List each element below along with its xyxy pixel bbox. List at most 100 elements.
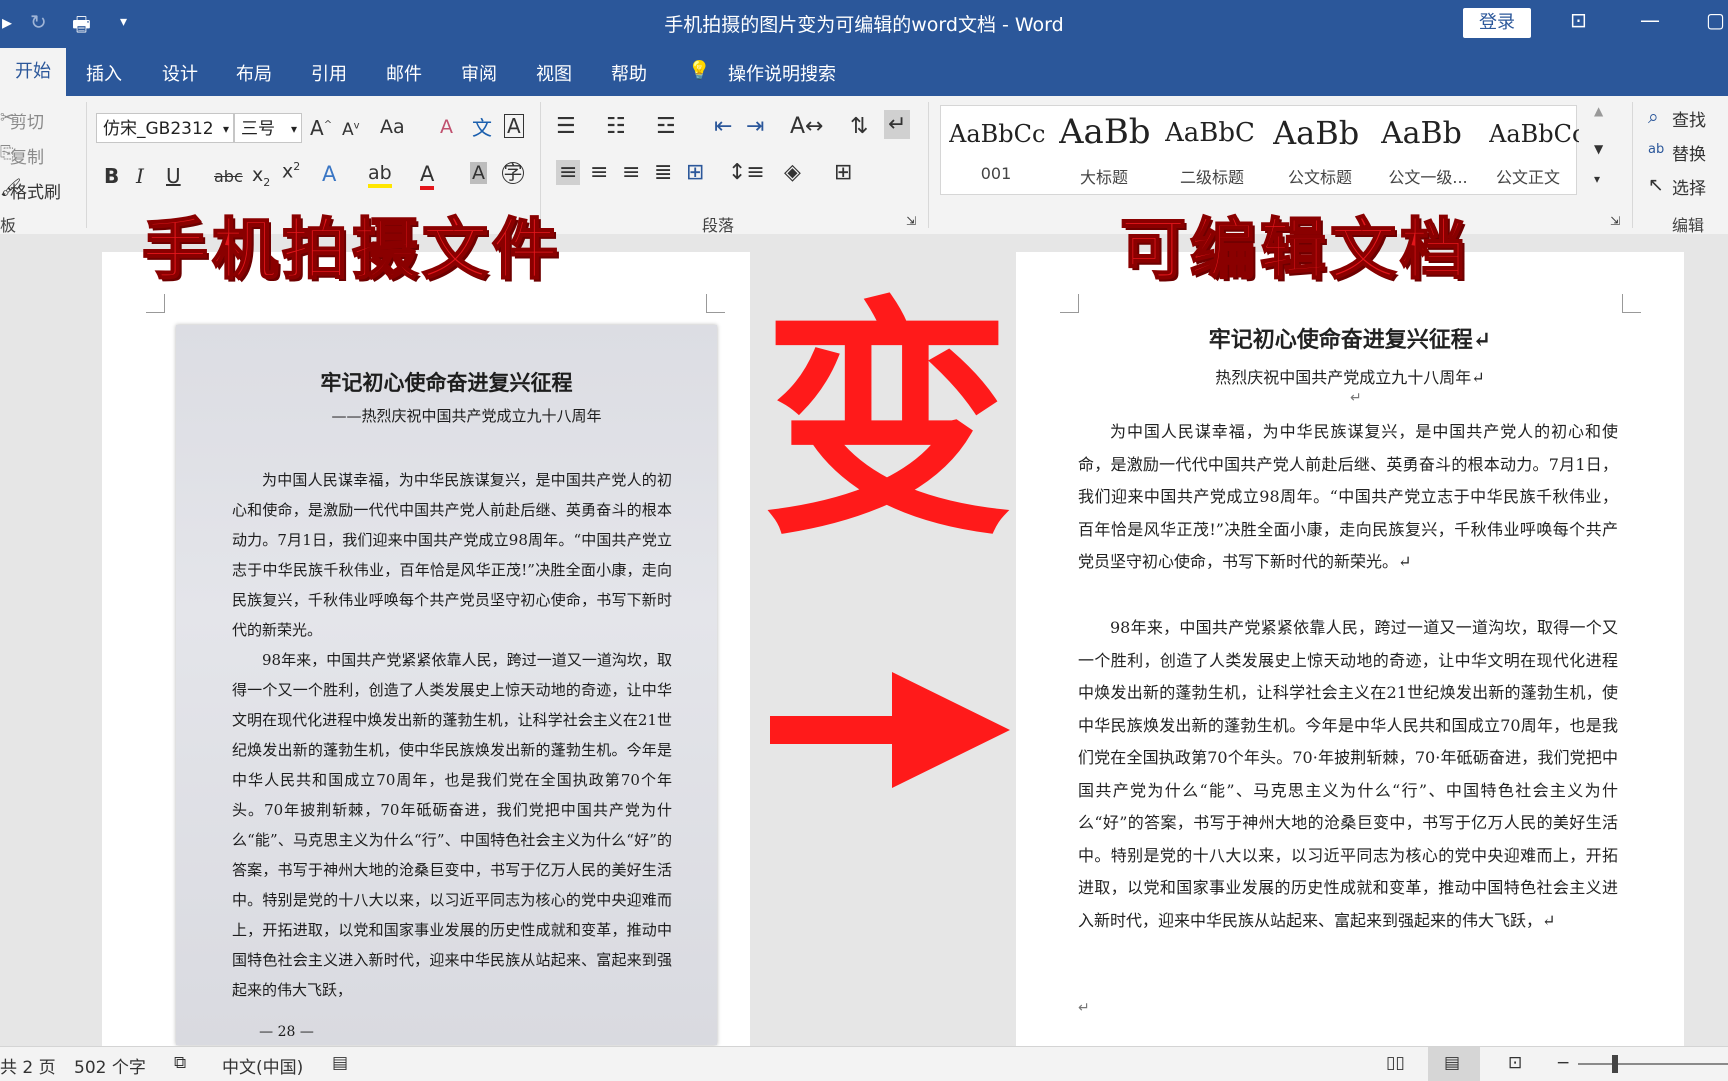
login-button[interactable]: 登录 — [1463, 8, 1531, 38]
find-icon[interactable]: ⌕ — [1648, 106, 1659, 128]
font-size-combo[interactable]: 三号 ▾ — [234, 113, 302, 143]
web-layout-icon[interactable]: ⊡ — [1508, 1053, 1522, 1073]
style-name: 001 — [980, 164, 1012, 183]
group-separator — [86, 102, 87, 228]
select-button[interactable]: 选择 — [1672, 174, 1706, 199]
align-left-icon[interactable]: ≡ — [556, 160, 581, 185]
minimize-icon[interactable]: — — [1640, 8, 1660, 32]
subscript-icon[interactable]: x2 — [252, 164, 270, 189]
ribbon-display-icon[interactable]: ⊡ — [1570, 8, 1587, 32]
photo-paragraph-1: 为中国人民谋幸福，为中华民族谋复兴，是中国共产党人的初心和使命，是激励一代代中国… — [232, 471, 672, 639]
margin-corner — [1622, 294, 1641, 313]
zoom-out-icon[interactable]: − — [1556, 1053, 1570, 1073]
char-shading-icon[interactable]: A — [470, 162, 487, 184]
clear-format-icon[interactable]: A — [440, 116, 453, 138]
char-scaling-icon[interactable]: A↔ — [790, 114, 823, 139]
doc-paragraph-1[interactable]: 为中国人民谋幸福，为中华民族谋复兴，是中国共产党人的初心和使命，是激励一代代中国… — [1078, 416, 1618, 579]
underline-icon[interactable]: U — [166, 164, 181, 188]
tab-review[interactable]: 审阅 — [461, 60, 497, 86]
replace-button[interactable]: 替换 — [1672, 140, 1706, 165]
find-button[interactable]: 查找 — [1672, 106, 1706, 131]
distributed-icon[interactable]: ⊞ — [686, 160, 704, 185]
macro-icon[interactable]: ▤ — [332, 1053, 348, 1073]
borders-icon[interactable]: ⊞ — [834, 160, 852, 185]
font-color-icon[interactable]: A — [420, 162, 435, 190]
maximize-icon[interactable]: ▢ — [1706, 8, 1725, 32]
group-separator — [1632, 102, 1633, 228]
status-bar: 共 2 页 502 个字 ⧉ 中文(中国) ▤ ▯▯ ▤ ⊡ − — [0, 1046, 1728, 1081]
style-preview: AaBbCc — [949, 120, 1046, 148]
char-border-icon[interactable]: A — [504, 114, 524, 138]
photo-page-number: — 28 — — [259, 1024, 314, 1040]
line-spacing-icon[interactable]: ↕≡ — [728, 160, 765, 185]
tab-references[interactable]: 引用 — [311, 60, 347, 86]
zoom-slider-thumb[interactable] — [1612, 1055, 1618, 1073]
text-effects-icon[interactable]: A — [322, 162, 336, 186]
paragraph-mark: ↵ — [1350, 390, 1362, 406]
highlight-icon[interactable]: ab — [368, 162, 392, 188]
right-caption: 可编辑文档 — [1119, 210, 1470, 289]
ribbon-tabs: 插入 设计 布局 引用 邮件 审阅 视图 帮助 💡 操作说明搜索 — [0, 48, 1728, 96]
word-count[interactable]: 502 个字 — [74, 1053, 146, 1078]
left-caption: 手机拍摄文件 — [141, 210, 562, 289]
select-icon[interactable]: ↖ — [1648, 174, 1664, 196]
gallery-more-icon[interactable]: ▾ — [1594, 172, 1600, 186]
bullets-icon[interactable]: ☰ — [556, 114, 576, 139]
style-name: 公文正文 — [1495, 168, 1560, 187]
gallery-down-icon[interactable]: ▼ — [1594, 142, 1603, 156]
read-mode-icon[interactable]: ▯▯ — [1386, 1053, 1405, 1073]
zoom-slider[interactable] — [1578, 1063, 1728, 1065]
page-count[interactable]: 共 2 页 — [0, 1053, 56, 1078]
replace-icon[interactable]: ab — [1648, 142, 1664, 157]
copy-button[interactable]: 复制 — [10, 143, 44, 168]
doc-subtitle[interactable]: 热烈庆祝中国共产党成立九十八周年↵ — [1016, 364, 1684, 388]
tab-help[interactable]: 帮助 — [611, 60, 647, 86]
tab-view[interactable]: 视图 — [536, 60, 572, 86]
phone-photo: 牢记初心使命奋进复兴征程 ——热烈庆祝中国共产党成立九十八周年 为中国人民谋幸福… — [176, 325, 717, 1045]
enclose-char-icon[interactable]: 字 — [502, 162, 524, 184]
style-preview: AaBb — [1273, 114, 1360, 152]
align-right-icon[interactable]: ≡ — [622, 160, 640, 185]
sort-icon[interactable]: ⇅ — [850, 114, 868, 139]
style-preview: AaBbC — [1165, 118, 1255, 148]
font-name-combo[interactable]: 仿宋_GB2312 ▾ — [96, 113, 234, 143]
grow-font-icon[interactable]: A^ — [310, 116, 332, 140]
gallery-up-icon[interactable]: ▲ — [1594, 104, 1603, 118]
proofing-icon[interactable]: ⧉ — [174, 1053, 186, 1073]
tell-me-search[interactable]: 操作说明搜索 — [728, 60, 836, 86]
bold-icon[interactable]: B — [104, 164, 119, 188]
chevron-down-icon: ▾ — [222, 122, 229, 136]
dialog-launcher-icon[interactable]: ⇲ — [906, 214, 916, 228]
styles-dialog-launcher-icon[interactable]: ⇲ — [1610, 214, 1620, 228]
print-layout-icon[interactable]: ▤ — [1428, 1047, 1480, 1081]
tab-mailings[interactable]: 邮件 — [386, 60, 422, 86]
numbering-icon[interactable]: ☷ — [606, 114, 626, 139]
decrease-indent-icon[interactable]: ⇤ — [714, 114, 732, 139]
multilevel-list-icon[interactable]: ☲ — [656, 114, 676, 139]
doc-paragraph-2[interactable]: 98年来，中国共产党紧紧依靠人民，跨过一道又一道沟坎，取得一个又一个胜利，创造了… — [1078, 612, 1618, 937]
phonetic-guide-icon[interactable]: 文 — [472, 112, 492, 141]
shading-icon[interactable]: ◈ — [784, 160, 801, 185]
show-marks-icon[interactable]: ↵ — [884, 110, 911, 139]
style-preview: AaBbCc — [1489, 120, 1579, 148]
change-case-button[interactable]: Aa — [380, 116, 405, 138]
font-name-value: 仿宋_GB2312 — [103, 119, 214, 139]
tab-home[interactable]: 开始 — [0, 48, 66, 96]
increase-indent-icon[interactable]: ⇥ — [746, 114, 764, 139]
italic-icon[interactable]: I — [136, 164, 144, 188]
language[interactable]: 中文(中国) — [222, 1053, 303, 1078]
superscript-icon[interactable]: x2 — [282, 160, 300, 182]
tab-design[interactable]: 设计 — [162, 60, 198, 86]
tab-insert[interactable]: 插入 — [86, 60, 122, 86]
cut-button[interactable]: 剪切 — [10, 108, 44, 133]
doc-title[interactable]: 牢记初心使命奋进复兴征程↵ — [1016, 322, 1684, 354]
justify-icon[interactable]: ≣ — [654, 160, 672, 185]
align-center-icon[interactable]: ≡ — [590, 160, 608, 185]
style-name: 公文标题 — [1287, 168, 1352, 187]
margin-corner — [706, 294, 725, 313]
photo-subtitle: ——热烈庆祝中国共产党成立九十八周年 — [331, 407, 602, 425]
tab-layout[interactable]: 布局 — [236, 60, 272, 86]
strikethrough-icon[interactable]: abc — [214, 167, 243, 186]
format-painter-button[interactable]: 格式刷 — [10, 178, 61, 203]
shrink-font-icon[interactable]: Av — [342, 120, 360, 140]
